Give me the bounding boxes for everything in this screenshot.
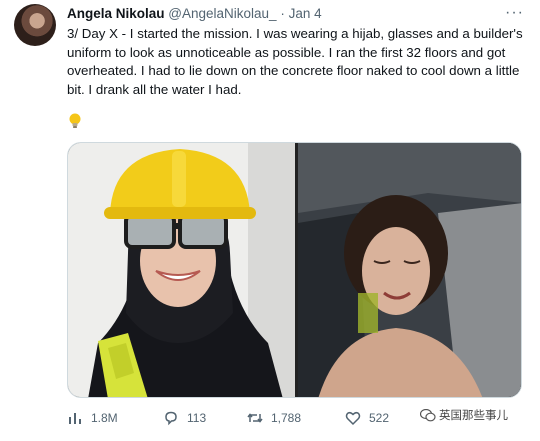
like-action[interactable]: 522 (345, 410, 389, 426)
selfie-illustration (68, 143, 295, 397)
retweet-count: 1,788 (271, 411, 302, 425)
reply-count: 113 (187, 411, 207, 425)
retweet-action[interactable]: 1,788 (247, 410, 301, 426)
wechat-icon (420, 408, 436, 421)
tweet-header: Angela Nikolau @AngelaNikolau_ · Jan 4 (67, 6, 500, 24)
tweet-media[interactable] (67, 142, 522, 398)
more-options-button[interactable]: ··· (505, 4, 524, 22)
retweet-icon (247, 413, 263, 423)
views-action[interactable]: 1.8M (67, 410, 118, 426)
heart-icon (345, 411, 361, 426)
tweet-text: 3/ Day X - I started the mission. I was … (67, 26, 523, 97)
views-count: 1.8M (91, 411, 118, 425)
watermark: 英国那些事儿 (420, 407, 508, 423)
lightbulb-icon (69, 113, 81, 128)
header-separator: · (280, 6, 285, 21)
watermark-text: 英国那些事儿 (439, 410, 508, 422)
author-name[interactable]: Angela Nikolau (67, 6, 165, 21)
selfie-hard-hat-photo[interactable] (68, 143, 295, 397)
reply-action[interactable]: 113 (163, 410, 206, 426)
floor-illustration (298, 143, 521, 397)
lying-on-floor-photo[interactable] (298, 143, 521, 397)
tweet-timestamp[interactable]: Jan 4 (289, 6, 322, 21)
reply-icon (165, 411, 177, 426)
author-avatar[interactable] (14, 4, 56, 46)
analytics-icon (69, 413, 81, 424)
like-count: 522 (369, 411, 390, 425)
author-handle[interactable]: @AngelaNikolau_ (168, 6, 276, 21)
